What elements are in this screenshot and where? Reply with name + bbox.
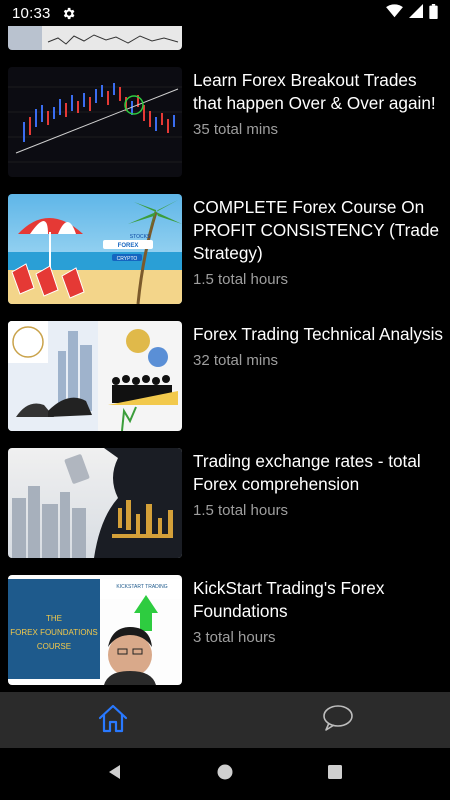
course-title: KickStart Trading's Forex Foundations [193,578,385,621]
tab-messages[interactable] [225,692,450,748]
course-list-item[interactable]: FOREX CRYPTO STOCKS COMPLETE Forex Cours… [0,194,450,306]
forex-label: FOREX [118,243,139,249]
course-list-item[interactable]: Trading exchange rates - total Forex com… [0,448,450,560]
stocks-label: STOCKS [130,234,151,240]
home-icon[interactable] [97,703,129,738]
recents-square-icon [327,764,343,785]
settings-gear-icon [61,6,76,21]
course-duration: 1.5 total hours [193,502,289,519]
course-feed[interactable]: Learn Forex Breakout Trades that happen … [0,26,450,692]
battery-icon [429,3,438,23]
course-title: Forex Trading Technical Analysis [193,324,443,344]
course-duration: 1.5 total hours [193,271,289,288]
course-duration: 32 total mins [193,352,279,369]
home-button[interactable] [205,754,245,794]
course-title: Learn Forex Breakout Trades that happen … [193,70,436,113]
chat-icon[interactable] [322,704,354,737]
course-name-label: FOREX FOUNDATIONS [10,628,97,637]
crypto-label: CRYPTO [117,256,138,262]
back-button[interactable] [95,754,135,794]
status-time: 10:33 [12,4,51,22]
course-duration: 3 total hours [193,629,276,646]
system-navigation-bar [0,748,450,800]
course-title: COMPLETE Forex Course On PROFIT CONSISTE… [193,197,440,263]
course-list-item[interactable]: THE FOREX FOUNDATIONS COURSE KICKSTART T… [0,575,450,687]
course-title: Trading exchange rates - total Forex com… [193,451,421,494]
course-thumbnail: FOREX CRYPTO STOCKS [8,194,182,304]
cellular-signal-icon [409,4,423,22]
wifi-icon [386,4,403,22]
course-thumbnail [8,321,182,431]
course-list-item[interactable]: Forex Trading Technical Analysis 32 tota… [0,321,450,433]
course-thumbnail: THE FOREX FOUNDATIONS COURSE KICKSTART T… [8,575,182,685]
course-the-label: THE [46,614,62,623]
status-bar: 10:33 [0,0,450,26]
course-thumbnail [8,67,182,177]
bottom-navigation [0,692,450,748]
home-circle-icon [217,764,233,785]
course-thumbnail [8,448,182,558]
course-word-label: COURSE [37,642,71,651]
recents-button[interactable] [315,754,355,794]
course-list-item[interactable]: Learn Forex Breakout Trades that happen … [0,67,450,179]
course-duration: 35 total mins [193,121,279,138]
partial-course-thumbnail[interactable] [8,26,182,50]
tab-home[interactable] [0,692,225,748]
back-triangle-icon [107,764,123,785]
kickstart-label: KICKSTART TRADING [116,584,167,590]
